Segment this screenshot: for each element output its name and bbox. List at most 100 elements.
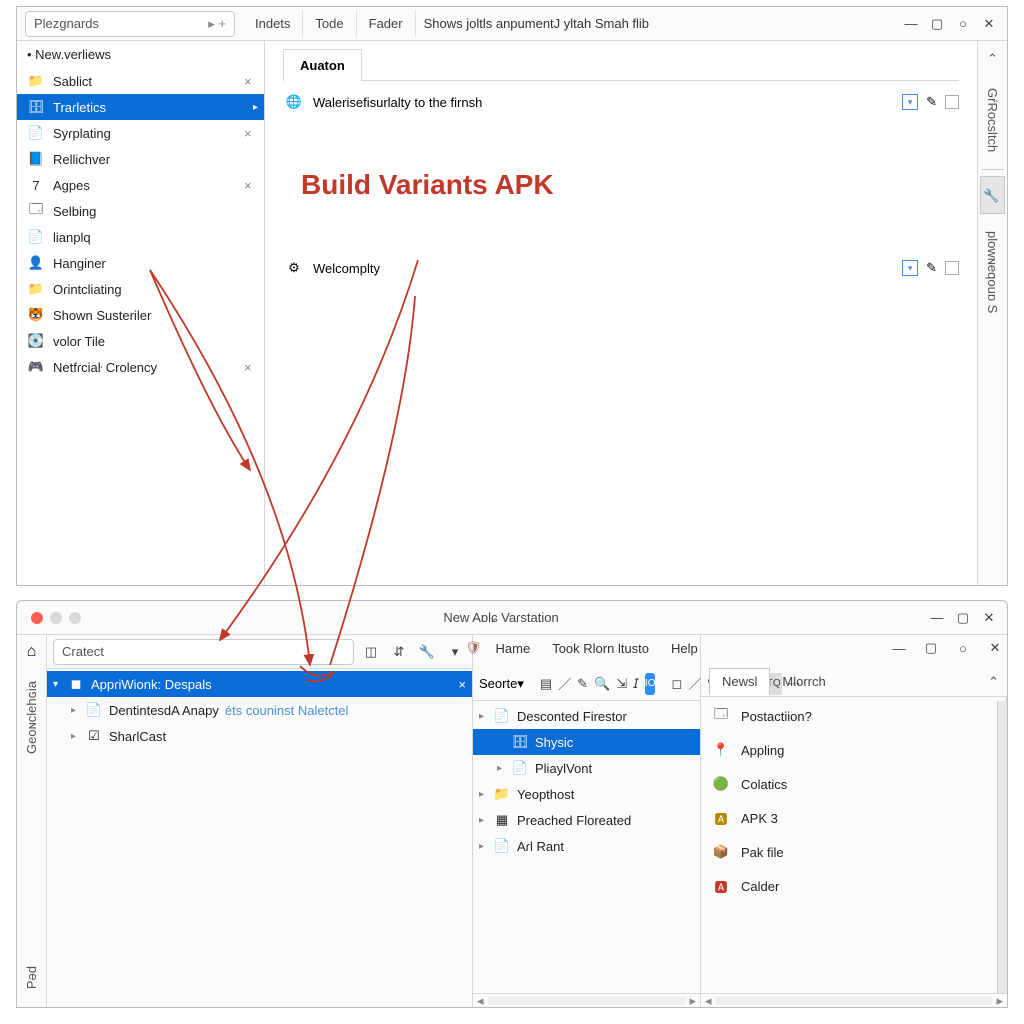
expand-icon[interactable]: ▾ [53, 679, 67, 690]
home-icon[interactable]: ⌂ [27, 643, 37, 661]
right-tab-wrench[interactable]: 🔧 [980, 176, 1005, 214]
scrollbar[interactable] [997, 701, 1007, 993]
collapse-icon[interactable]: ⌃ [988, 674, 999, 690]
sidebar-item[interactable]: 🐯Shown Susteriler [17, 302, 264, 328]
sidebar-item[interactable]: 👤Hanginer [17, 250, 264, 276]
panel-icon[interactable]: ▤ [540, 673, 552, 695]
main-tab[interactable]: Auaton [283, 49, 362, 81]
tree-item[interactable]: ▸☑ShaɾlCast [47, 723, 472, 749]
menu-tab[interactable]: Fader [357, 10, 416, 37]
pencil-icon[interactable]: ✎ [926, 94, 937, 110]
panel-item[interactable]: 🅰APK 3 [701, 801, 1006, 835]
scrollbar[interactable]: ◂▸ [701, 993, 1007, 1007]
left-tab[interactable]: Geoɴclehɢia [20, 671, 43, 764]
menu-tab[interactable]: Tode [303, 10, 356, 37]
restore-icon[interactable]: ▢ [921, 638, 941, 658]
flag-toggle[interactable]: ▾ [902, 94, 918, 110]
expand-icon[interactable]: ▸ [479, 789, 493, 800]
sidebar-item[interactable]: 7Agpes× [17, 172, 264, 198]
close-icon[interactable]: × [244, 74, 258, 89]
wrench-icon[interactable]: 🔧 [416, 641, 438, 663]
div-icon[interactable]: ／ [688, 673, 701, 695]
panel-item[interactable]: 🗔Postactiion? [701, 699, 1006, 733]
right-tab[interactable]: GŕRocsltch [980, 77, 1005, 163]
checkbox[interactable] [945, 261, 959, 275]
close-icon[interactable]: × [244, 178, 258, 193]
menu-item[interactable]: Help [663, 641, 706, 656]
sidebar-item[interactable]: 🎮Netfɾciaŀ Crolency× [17, 354, 264, 380]
sidebar-item[interactable]: 📄lianplq [17, 224, 264, 250]
sidebar-item[interactable]: 💽volor Tile [17, 328, 264, 354]
tree-item[interactable]: ▸▦Preached Floreated [473, 807, 700, 833]
close-icon[interactable]: × [244, 360, 258, 375]
menu-item[interactable]: Hame [488, 641, 539, 656]
tree-item[interactable]: ▸📄DentintesdA Anapyéts couninst Naletcte… [47, 697, 472, 723]
pencil-icon[interactable]: ✎ [926, 260, 937, 276]
menu-item[interactable]: Took Rlorn ltusto [544, 641, 657, 656]
collapse-icon[interactable]: ⌃ [987, 47, 998, 71]
italic-icon[interactable]: 𝘐 [633, 673, 639, 695]
panel-item[interactable]: 🅰Calder [701, 869, 1006, 903]
panel-item[interactable]: 📍Appling [701, 733, 1006, 767]
expand-icon[interactable]: ▸ [71, 731, 85, 742]
sidebar-item[interactable]: 📘Rellichver [17, 146, 264, 172]
search-icon[interactable]: 🔍 [594, 673, 610, 695]
traffic-lights[interactable] [25, 612, 81, 624]
expand-icon[interactable]: ▸ [479, 815, 493, 826]
flag-toggle[interactable]: ▾ [902, 260, 918, 276]
max-dot-icon[interactable] [69, 612, 81, 624]
edit-icon[interactable]: ✎ [577, 673, 588, 695]
right-tab[interactable]: plowɴeqouɒ S [980, 220, 1005, 324]
link-icon[interactable]: ⇲ [616, 673, 627, 695]
sidebar-item[interactable]: 🗔Selbing [17, 198, 264, 224]
close-dot-icon[interactable] [31, 612, 43, 624]
close-icon[interactable]: × [458, 677, 466, 692]
config-row[interactable]: 🌐 Walerisefisurlalty to the firnsh ▾ ✎ [283, 81, 959, 123]
sidebar-item[interactable]: 📁Sablict× [17, 68, 264, 94]
panel-tab[interactable]: Newsl [709, 668, 770, 695]
expand-icon[interactable]: ▸ [71, 705, 85, 716]
tree-item[interactable]: ▸📁Yeopthost [473, 781, 700, 807]
layout-icon[interactable]: ◫ [360, 641, 382, 663]
tree-item[interactable]: 🗄Shysic [473, 729, 700, 755]
pen-icon[interactable]: ／ [558, 673, 571, 695]
minimize-icon[interactable]: — [889, 638, 909, 658]
minimize-icon[interactable]: — [901, 14, 921, 34]
close-icon[interactable]: × [244, 126, 258, 141]
tree-item[interactable]: ▾◼AppɾiWionk: Despals× [47, 671, 472, 697]
close-icon[interactable]: ✕ [979, 608, 999, 628]
badge-icon[interactable]: IO [645, 673, 656, 695]
maximize-icon[interactable]: ○ [953, 14, 973, 34]
project-select[interactable]: Plezgnards ▸ + [25, 11, 235, 37]
expand-icon[interactable]: ▸ [479, 841, 493, 852]
tree-item[interactable]: ▸📄Aɾl Rant [473, 833, 700, 859]
panel-item[interactable]: 📦Pak file [701, 835, 1006, 869]
tree-item[interactable]: ▸📄Desconted Firestor [473, 703, 700, 729]
sort-dropdown[interactable]: Seorte▾ [479, 676, 524, 692]
restore-icon[interactable]: ▢ [927, 14, 947, 34]
close-icon[interactable]: ✕ [985, 638, 1005, 658]
minimize-icon[interactable]: — [927, 608, 947, 628]
maximize-icon[interactable]: ○ [953, 638, 973, 658]
sidebar-item-label: Selbing [53, 204, 96, 219]
split-icon[interactable]: ◻ [671, 673, 682, 695]
chevron-down-icon[interactable]: ▾ [444, 641, 466, 663]
config-row[interactable]: ⚙ Welcomplty ▾ ✎ [283, 247, 959, 289]
expand-icon[interactable]: ▸ [497, 763, 511, 774]
min-dot-icon[interactable] [50, 612, 62, 624]
expand-icon[interactable]: ▸ [479, 711, 493, 722]
checkbox[interactable] [945, 95, 959, 109]
tree-icon[interactable]: ⇵ [388, 641, 410, 663]
sidebar-item[interactable]: 🗄Traɾletics▸ [17, 94, 264, 120]
scrollbar[interactable]: ◂▸ [473, 993, 700, 1007]
sidebar-item[interactable]: 📁Oɾintcliating [17, 276, 264, 302]
tree-item[interactable]: ▸📄PliaylVont [473, 755, 700, 781]
panel-tab[interactable]: Mlorrch [770, 669, 837, 694]
sidebar-item[interactable]: 📄Syɾplating× [17, 120, 264, 146]
menu-tab[interactable]: Indets [243, 10, 303, 37]
close-icon[interactable]: ✕ [979, 14, 999, 34]
panel-item[interactable]: 🟢Colatics [701, 767, 1006, 801]
search-input[interactable]: Cratect [53, 639, 354, 665]
left-tab[interactable]: Pəd [20, 956, 43, 999]
restore-icon[interactable]: ▢ [953, 608, 973, 628]
